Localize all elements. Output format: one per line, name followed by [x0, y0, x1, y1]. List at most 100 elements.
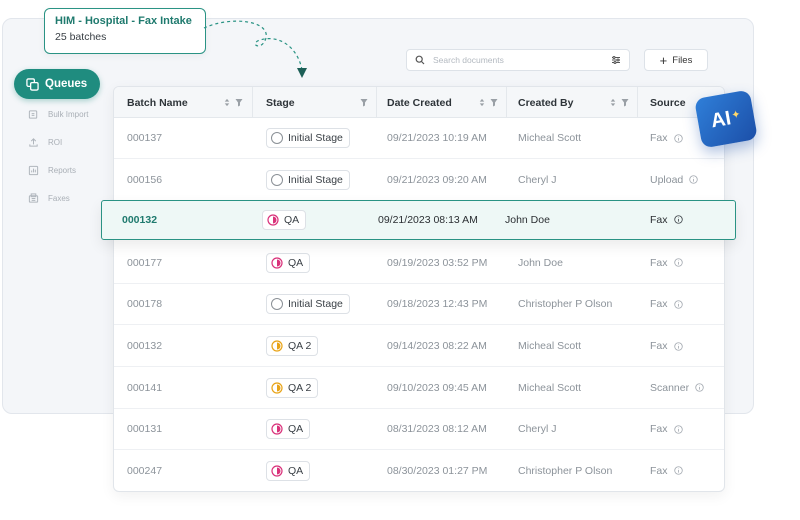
queue-callout: HIM - Hospital - Fax Intake 25 batches: [44, 8, 206, 54]
cell-batch-name: 000156: [127, 173, 163, 186]
qa-stage-icon: [271, 423, 283, 435]
info-icon[interactable]: [689, 175, 698, 184]
cell-created-by: Cheryl J: [518, 423, 557, 436]
source-label: Fax: [650, 213, 668, 226]
sort-icon[interactable]: [478, 98, 486, 107]
table-row[interactable]: 000247 QA 08/30/2023 01:27 PM Christophe…: [114, 451, 724, 491]
info-icon[interactable]: [673, 466, 683, 475]
filter-icon[interactable]: [235, 98, 243, 107]
filter-icon[interactable]: [490, 98, 498, 107]
stage-badge: QA: [266, 460, 311, 481]
info-icon[interactable]: [695, 383, 704, 392]
cell-date-created: 09/14/2023 08:22 AM: [387, 340, 487, 352]
cell-date-created: 09/10/2023 09:45 AM: [387, 381, 487, 394]
info-icon[interactable]: [673, 300, 683, 309]
ai-label: AI: [709, 106, 733, 132]
cell-date-created: 08/30/2023 01:27 PM: [387, 464, 488, 477]
cell-stage: QA: [266, 451, 311, 491]
source-label: Fax: [650, 423, 668, 436]
stage-label: Initial Stage: [288, 173, 343, 186]
stage-label: QA: [288, 256, 304, 269]
qa2-stage-icon: [271, 340, 283, 352]
chart-icon: [28, 165, 39, 176]
sidebar-item-roi[interactable]: ROI: [28, 137, 62, 148]
sort-icon[interactable]: [609, 98, 617, 107]
column-header-stage[interactable]: Stage: [266, 87, 376, 118]
qa-stage-icon: [271, 465, 283, 477]
sidebar-item-faxes[interactable]: Faxes: [28, 193, 70, 204]
cell-batch-name: 000177: [127, 256, 163, 269]
source-label: Fax: [650, 256, 668, 269]
filter-icon[interactable]: [360, 98, 368, 107]
cell-source: Fax: [650, 284, 683, 324]
cell-batch-name: 000132: [127, 340, 163, 352]
sidebar-item-label: Faxes: [48, 194, 70, 203]
table-row[interactable]: 000131 QA 08/31/2023 08:12 AM Cheryl J F…: [114, 409, 724, 451]
cell-source: Fax: [650, 451, 683, 491]
cell-source: Fax: [650, 326, 683, 366]
table-row[interactable]: 000132 QA 2 09/14/2023 08:22 AM Micheal …: [114, 326, 724, 367]
table-row[interactable]: 000137 Initial Stage 09/21/2023 10:19 AM…: [114, 118, 724, 159]
sidebar-item-label: ROI: [48, 138, 63, 147]
cell-created-by: Christopher P Olson: [518, 298, 613, 311]
plus-icon: +: [659, 52, 668, 68]
cell-stage: QA 2: [266, 326, 319, 366]
cell-date-created: 09/18/2023 12:43 PM: [387, 298, 488, 311]
cell-created-by: Micheal Scott: [518, 132, 582, 144]
qa-stage-icon: [267, 213, 279, 226]
cell-created-by: Christopher P Olson: [518, 464, 613, 477]
info-icon[interactable]: [673, 215, 683, 224]
filter-settings-icon[interactable]: [611, 55, 621, 65]
cell-batch-name: 000247: [127, 464, 163, 477]
info-icon[interactable]: [673, 425, 683, 434]
cell-stage: QA: [262, 201, 307, 238]
sidebar-item-bulk-import[interactable]: Bulk Import: [28, 109, 88, 120]
sort-icon[interactable]: [223, 98, 231, 107]
qa2-stage-icon: [271, 381, 283, 394]
source-label: Fax: [650, 132, 668, 144]
stage-label: QA 2: [288, 340, 312, 352]
cell-source: Fax: [650, 118, 683, 158]
table-row[interactable]: 000156 Initial Stage 09/21/2023 09:20 AM…: [114, 160, 724, 201]
info-icon[interactable]: [673, 258, 683, 267]
initial-stage-icon: [271, 173, 283, 186]
stage-label: QA: [288, 423, 304, 436]
column-header-created-by[interactable]: Created By: [518, 87, 637, 118]
info-icon[interactable]: [673, 341, 683, 351]
table-row[interactable]: 000141 QA 2 09/10/2023 09:45 AM Micheal …: [114, 368, 724, 409]
stage-badge: QA: [262, 209, 307, 230]
table-row[interactable]: 000177 QA 09/19/2023 03:52 PM John Doe F…: [114, 243, 724, 284]
search-input[interactable]: [433, 55, 603, 65]
info-icon[interactable]: [673, 133, 683, 143]
stage-badge: QA 2: [266, 336, 319, 356]
cell-created-by: Micheal Scott: [518, 340, 582, 352]
cell-stage: QA: [266, 409, 311, 449]
cell-source: Scanner: [650, 368, 704, 408]
column-header-batch-name[interactable]: Batch Name: [127, 87, 251, 118]
files-button-label: Files: [672, 54, 693, 66]
cell-date-created: 09/21/2023 08:13 AM: [378, 213, 478, 226]
sidebar-item-label: Reports: [48, 166, 77, 175]
cell-stage: Initial Stage: [266, 160, 350, 200]
cell-created-by: John Doe: [518, 256, 563, 269]
filter-icon[interactable]: [621, 98, 629, 107]
table-row[interactable]: 000178 Initial Stage 09/18/2023 12:43 PM…: [114, 284, 724, 326]
stage-label: Initial Stage: [288, 132, 343, 144]
source-label: Scanner: [650, 381, 690, 394]
column-header-date-created[interactable]: Date Created: [387, 87, 506, 118]
cell-created-by: Cheryl J: [518, 173, 557, 186]
cell-batch-name: 000141: [127, 381, 163, 394]
cell-stage: Initial Stage: [266, 284, 350, 324]
cell-source: Fax: [650, 243, 683, 283]
callout-subtitle: 25 batches: [55, 31, 107, 43]
cell-batch-name: 000131: [127, 423, 163, 436]
stage-badge: Initial Stage: [266, 294, 350, 315]
sidebar-item-queues[interactable]: Queues: [14, 69, 100, 99]
stage-badge: QA 2: [266, 377, 319, 398]
search-bar[interactable]: [406, 49, 630, 71]
fax-icon: [28, 193, 39, 203]
source-label: Fax: [650, 464, 668, 477]
add-files-button[interactable]: + Files: [644, 49, 708, 71]
sidebar-item-reports[interactable]: Reports: [28, 165, 76, 176]
table-row-selected[interactable]: 000132 QA 09/21/2023 08:13 AM John Doe F…: [101, 200, 736, 240]
